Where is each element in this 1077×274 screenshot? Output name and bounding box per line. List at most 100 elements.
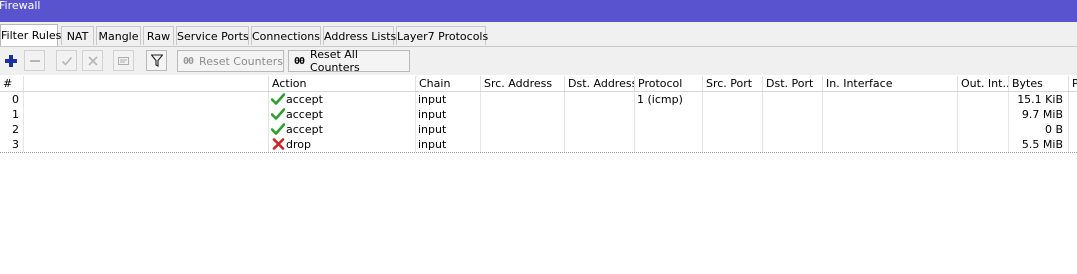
- rule-src-address: [480, 122, 564, 137]
- rule-packets: [1068, 122, 1077, 137]
- rule-out-interface: [957, 137, 1008, 152]
- rule-dst-port: [762, 92, 822, 107]
- rule-action: accept: [286, 108, 323, 121]
- rule-number: 0: [12, 93, 19, 106]
- enable-button[interactable]: [56, 50, 77, 71]
- rule-dst-address: [564, 122, 634, 137]
- rule-in-interface: [822, 92, 957, 107]
- rule-protocol: 1 (icmp): [634, 92, 702, 107]
- rule-comment-cell: [23, 92, 268, 107]
- rule-dst-address: [564, 137, 634, 152]
- rule-chain: input: [415, 107, 480, 122]
- col-header-out-interface[interactable]: Out. Int...: [957, 76, 1008, 91]
- rule-action-cell: accept: [268, 122, 415, 137]
- rule-protocol: [634, 107, 702, 122]
- rule-action-cell: drop: [268, 137, 415, 152]
- check-icon: [61, 56, 72, 66]
- minus-icon: [29, 59, 40, 62]
- rule-number: 3: [12, 138, 19, 151]
- comment-button[interactable]: [113, 50, 134, 71]
- reset-counters-button[interactable]: 00 Reset Counters: [177, 50, 284, 72]
- rule-number: 2: [12, 123, 19, 136]
- col-header-dst-port[interactable]: Dst. Port: [762, 76, 822, 91]
- filter-button[interactable]: [146, 50, 167, 71]
- rule-out-interface: [957, 92, 1008, 107]
- window-titlebar: Firewall: [0, 0, 1077, 22]
- rule-src-port: [702, 92, 762, 107]
- rule-chain: input: [415, 137, 480, 152]
- disable-button[interactable]: [82, 50, 103, 71]
- table-row[interactable]: 0 accept input 1 (icmp) 15.1 KiB: [0, 92, 1077, 107]
- rule-out-interface: [957, 107, 1008, 122]
- col-header-number[interactable]: #: [0, 76, 23, 91]
- rule-action: drop: [286, 138, 311, 151]
- rule-out-interface: [957, 122, 1008, 137]
- tab-layer7-protocols[interactable]: Layer7 Protocols: [396, 26, 488, 45]
- reset-counters-label: Reset Counters: [199, 54, 283, 68]
- tab-nat[interactable]: NAT: [61, 26, 94, 45]
- table-row[interactable]: 3 drop input 5.5 MiB: [0, 137, 1077, 153]
- col-header-blank[interactable]: [23, 76, 268, 91]
- tab-address-lists[interactable]: Address Lists: [323, 26, 396, 45]
- add-button[interactable]: [0, 50, 21, 71]
- rule-comment-cell: [23, 122, 268, 137]
- table-row[interactable]: 1 accept input 9.7 MiB: [0, 107, 1077, 122]
- rule-comment-cell: [23, 137, 268, 152]
- col-header-in-interface[interactable]: In. Interface: [822, 76, 957, 91]
- col-header-chain[interactable]: Chain: [415, 76, 480, 91]
- rule-bytes: 9.7 MiB: [1008, 107, 1068, 122]
- rule-action: accept: [286, 123, 323, 136]
- rule-chain: input: [415, 122, 480, 137]
- rule-src-port: [702, 137, 762, 152]
- rule-in-interface: [822, 122, 957, 137]
- rule-bytes: 15.1 KiB: [1008, 92, 1068, 107]
- cross-icon: [87, 55, 98, 66]
- tab-connections[interactable]: Connections: [251, 26, 321, 45]
- tab-mangle[interactable]: Mangle: [96, 26, 141, 45]
- rule-src-address: [480, 92, 564, 107]
- remove-button[interactable]: [24, 50, 45, 71]
- table-header: # Action Chain Src. Address Dst. Address…: [0, 76, 1077, 92]
- rule-src-port: [702, 122, 762, 137]
- col-header-protocol[interactable]: Protocol: [634, 76, 702, 91]
- col-header-bytes[interactable]: Bytes: [1008, 76, 1068, 91]
- check-icon: [271, 93, 285, 105]
- check-icon: [271, 123, 285, 135]
- rule-number: 1: [12, 108, 19, 121]
- rule-dst-address: [564, 107, 634, 122]
- tab-filter-rules[interactable]: Filter Rules: [0, 24, 61, 46]
- col-header-src-address[interactable]: Src. Address: [480, 76, 564, 91]
- col-header-src-port[interactable]: Src. Port: [702, 76, 762, 91]
- table-row[interactable]: 2 accept input 0 B: [0, 122, 1077, 137]
- filter-icon: [150, 54, 163, 67]
- col-header-action[interactable]: Action: [268, 76, 415, 91]
- rule-comment-cell: [23, 107, 268, 122]
- rule-packets: [1068, 107, 1077, 122]
- col-header-dst-address[interactable]: Dst. Address: [564, 76, 634, 91]
- rule-protocol: [634, 137, 702, 152]
- rule-dst-address: [564, 92, 634, 107]
- check-icon: [271, 108, 285, 120]
- rule-dst-port: [762, 122, 822, 137]
- rule-protocol: [634, 122, 702, 137]
- comment-icon: [118, 56, 129, 65]
- window-title: Firewall: [0, 0, 41, 12]
- rule-packets: [1068, 92, 1077, 107]
- reset-all-counters-button[interactable]: 00 Reset All Counters: [288, 48, 410, 74]
- rule-dst-port: [762, 107, 822, 122]
- filter-rules-table: # Action Chain Src. Address Dst. Address…: [0, 76, 1077, 274]
- col-header-packets[interactable]: P: [1068, 76, 1077, 91]
- rule-src-address: [480, 137, 564, 152]
- rule-bytes: 5.5 MiB: [1008, 137, 1068, 152]
- counter-icon: 00: [183, 55, 194, 67]
- rule-bytes: 0 B: [1008, 122, 1068, 137]
- tab-service-ports[interactable]: Service Ports: [176, 26, 249, 45]
- rule-dst-port: [762, 137, 822, 152]
- rule-action: accept: [286, 93, 323, 106]
- tab-strip: Filter Rules NAT Mangle Raw Service Port…: [0, 22, 1077, 47]
- rule-action-cell: accept: [268, 107, 415, 122]
- rule-src-port: [702, 107, 762, 122]
- rule-chain: input: [415, 92, 480, 107]
- tab-raw[interactable]: Raw: [143, 26, 174, 45]
- plus-icon: [4, 54, 17, 67]
